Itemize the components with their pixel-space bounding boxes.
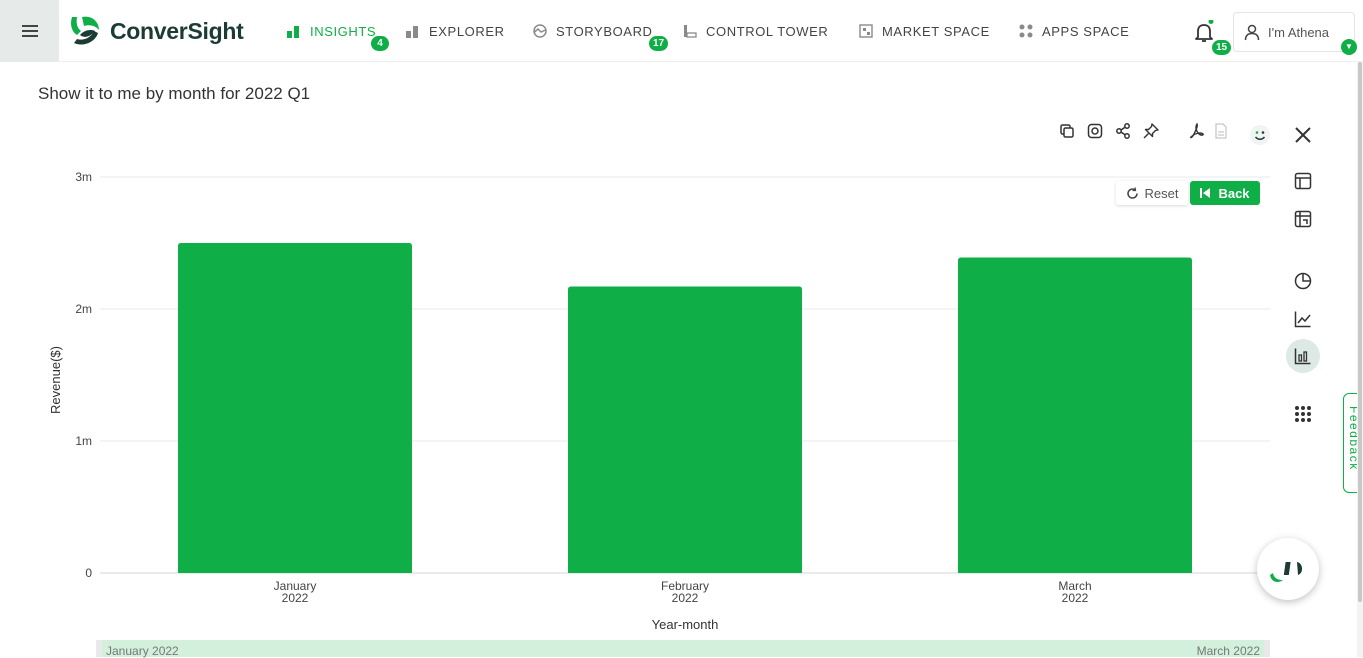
y-tick-label: 2m bbox=[75, 302, 92, 316]
x-tick-label: 2022 bbox=[672, 591, 699, 605]
top-bar: ConverSight INSIGHTS 4 EXPLORER STORYBOA… bbox=[0, 0, 1363, 62]
nav-apps-space-label: APPS SPACE bbox=[1042, 23, 1130, 39]
share-button[interactable] bbox=[1115, 123, 1133, 141]
export-pdf-button[interactable] bbox=[1189, 122, 1207, 141]
close-button[interactable] bbox=[1286, 118, 1320, 152]
nav-explorer-label: EXPLORER bbox=[429, 23, 505, 39]
explorer-icon bbox=[406, 26, 418, 38]
x-axis-label: Year-month bbox=[652, 617, 719, 632]
export-document-button[interactable] bbox=[1213, 123, 1231, 141]
copy-icon bbox=[1060, 124, 1074, 138]
bar-chart-icon bbox=[1294, 348, 1311, 365]
insights-badge: 4 bbox=[371, 36, 389, 51]
table-icon bbox=[1294, 172, 1312, 190]
user-label: I'm Athena bbox=[1268, 24, 1330, 40]
brand-name: ConverSight bbox=[110, 17, 244, 44]
hamburger-menu-button[interactable] bbox=[0, 0, 59, 62]
x-tick-label: 2022 bbox=[282, 591, 309, 605]
pin-button[interactable] bbox=[1143, 123, 1161, 141]
nav-market-space-label: MARKET SPACE bbox=[882, 23, 990, 39]
storyboard-add-icon bbox=[1087, 123, 1103, 139]
nav-market-space[interactable]: MARKET SPACE bbox=[859, 0, 990, 62]
chevron-down-icon: ▼ bbox=[1341, 39, 1357, 55]
y-tick-label: 3m bbox=[75, 170, 92, 184]
page-scrollbar[interactable] bbox=[1357, 62, 1363, 657]
pdf-icon bbox=[1190, 122, 1204, 139]
nav-storyboard[interactable]: STORYBOARD 17 bbox=[533, 0, 669, 62]
bar bbox=[178, 243, 412, 573]
nav-insights[interactable]: INSIGHTS 4 bbox=[287, 0, 389, 62]
bar bbox=[568, 286, 802, 573]
pin-icon bbox=[1143, 123, 1159, 139]
pivot-table-icon bbox=[1294, 210, 1312, 228]
storyboard-icon bbox=[533, 24, 547, 38]
pie-chart-icon bbox=[1294, 272, 1312, 290]
nav-insights-label: INSIGHTS bbox=[310, 23, 377, 39]
range-start-label: January 2022 bbox=[106, 644, 179, 658]
feedback-emoji-button[interactable] bbox=[1249, 124, 1271, 146]
notifications-badge: 15 bbox=[1212, 40, 1232, 55]
notifications-button[interactable]: 15 bbox=[1192, 19, 1232, 55]
user-icon bbox=[1244, 24, 1260, 40]
table-view-button[interactable] bbox=[1286, 164, 1320, 198]
conversight-logo-icon bbox=[71, 16, 99, 45]
nav-apps-space[interactable]: APPS SPACE bbox=[1019, 0, 1129, 62]
close-icon bbox=[1295, 127, 1311, 143]
range-end-label: March 2022 bbox=[1196, 644, 1260, 658]
line-chart-icon bbox=[1294, 311, 1311, 328]
nav-control-tower[interactable]: CONTROL TOWER bbox=[683, 0, 828, 62]
logo[interactable]: ConverSight bbox=[68, 14, 244, 48]
share-icon bbox=[1116, 123, 1130, 139]
apps-icon bbox=[1019, 24, 1033, 38]
query-text: Show it to me by month for 2022 Q1 bbox=[38, 84, 311, 103]
x-tick-label: 2022 bbox=[1062, 591, 1089, 605]
assistant-logo-icon bbox=[1270, 562, 1303, 583]
grid-dots-icon bbox=[1295, 406, 1311, 422]
pivot-view-button[interactable] bbox=[1286, 202, 1320, 236]
nav-storyboard-label: STORYBOARD bbox=[556, 23, 653, 39]
market-space-icon bbox=[859, 24, 873, 38]
revenue-bar-chart: 01m2m3mJanuary2022February2022March2022Y… bbox=[48, 170, 1270, 632]
y-tick-label: 0 bbox=[85, 566, 92, 580]
user-menu-button[interactable]: I'm Athena ▼ bbox=[1233, 12, 1357, 55]
save-to-storyboard-button[interactable] bbox=[1087, 123, 1105, 141]
document-icon bbox=[1215, 123, 1227, 139]
athena-assistant-button[interactable] bbox=[1257, 538, 1319, 600]
range-slider[interactable]: January 2022 March 2022 bbox=[96, 640, 1270, 658]
bar bbox=[958, 257, 1192, 573]
y-axis-label: Revenue($) bbox=[48, 346, 63, 414]
line-chart-button[interactable] bbox=[1286, 302, 1320, 336]
nav-explorer[interactable]: EXPLORER bbox=[406, 0, 505, 62]
nav-control-tower-label: CONTROL TOWER bbox=[706, 23, 829, 39]
y-tick-label: 1m bbox=[75, 434, 92, 448]
smiley-icon bbox=[1250, 125, 1270, 145]
menu-icon bbox=[21, 25, 38, 37]
storyboard-badge: 17 bbox=[649, 36, 669, 51]
pie-chart-button[interactable] bbox=[1286, 264, 1320, 298]
bar-chart-button[interactable] bbox=[1286, 339, 1320, 373]
control-tower-icon bbox=[684, 25, 697, 38]
bell-icon bbox=[1195, 19, 1214, 42]
bar-chart-icon bbox=[287, 26, 299, 38]
copy-button[interactable] bbox=[1059, 123, 1077, 141]
more-charts-button[interactable] bbox=[1286, 397, 1320, 431]
